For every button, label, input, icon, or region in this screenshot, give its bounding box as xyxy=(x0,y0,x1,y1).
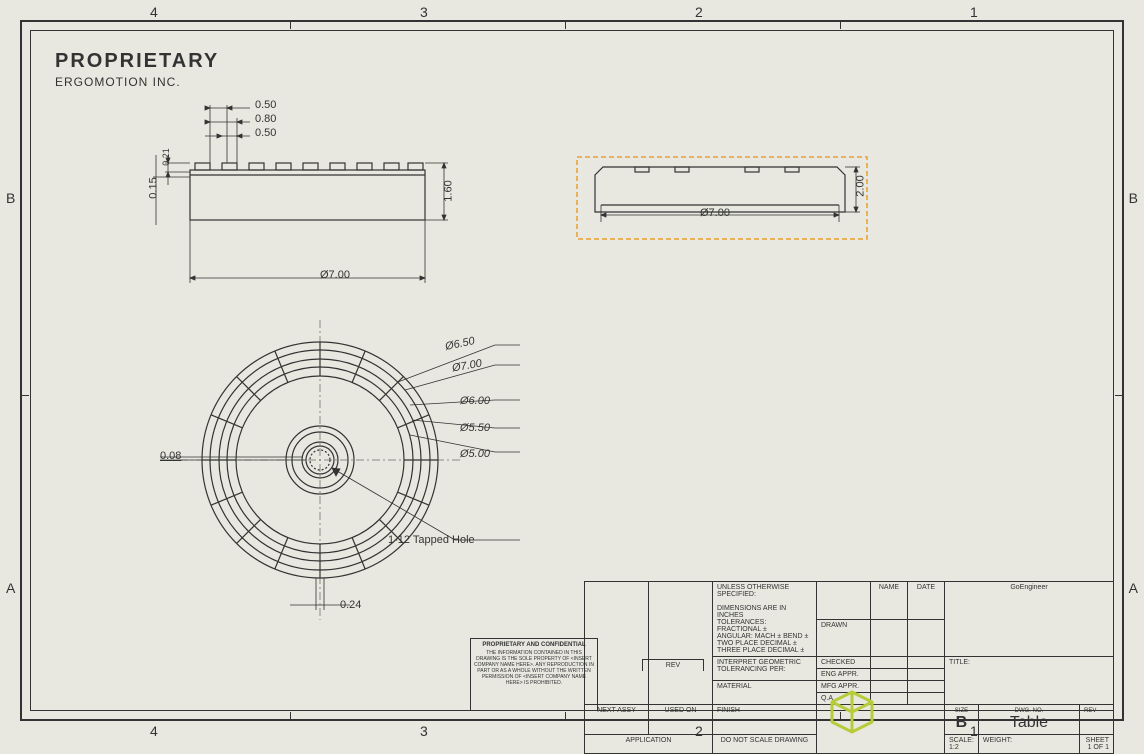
rev-header: REV xyxy=(642,659,704,671)
tb-checked: CHECKED xyxy=(817,657,871,669)
tb-title-lbl: TITLE: xyxy=(949,659,970,666)
tb-geom2: TOLERANCING PER: xyxy=(717,666,786,673)
tapped-hole-note: 1-12 Tapped Hole xyxy=(388,534,475,546)
proprietary-block: PROPRIETARY ERGOMOTION INC. xyxy=(55,50,219,89)
tb-size: B xyxy=(956,714,968,731)
dim-dia700a: Ø7.00 xyxy=(320,269,350,281)
dim-dia500: Ø5.00 xyxy=(460,448,490,460)
tick xyxy=(840,20,841,29)
zone-bot-4: 4 xyxy=(150,723,158,739)
zone-top-4: 4 xyxy=(150,4,158,20)
zone-top-1: 1 xyxy=(970,4,978,20)
dim-080: 0.80 xyxy=(255,113,276,125)
tb-used: USED ON xyxy=(649,705,713,735)
tick xyxy=(290,20,291,29)
dim-050a: 0.50 xyxy=(255,99,276,111)
tb-app: APPLICATION xyxy=(585,735,713,754)
tick xyxy=(1115,395,1124,396)
tb-weight: WEIGHT: xyxy=(978,735,1079,754)
zone-left-b: B xyxy=(6,190,15,206)
company-label: ERGOMOTION INC. xyxy=(55,75,219,89)
tb-two: TWO PLACE DECIMAL ± xyxy=(717,640,797,647)
logo-icon xyxy=(827,687,877,737)
zone-top-2: 2 xyxy=(695,4,703,20)
tick xyxy=(565,20,566,29)
tb-geom: INTERPRET GEOMETRIC xyxy=(717,659,801,666)
zone-left-a: A xyxy=(6,580,15,596)
dim-dia700b: Ø7.00 xyxy=(700,207,730,219)
tb-next: NEXT ASSY xyxy=(585,705,649,735)
tick xyxy=(290,712,291,721)
dim-200: 2.00 xyxy=(855,175,867,196)
tb-ang: ANGULAR: MACH ± BEND ± xyxy=(717,633,808,640)
tb-dns: DO NOT SCALE DRAWING xyxy=(713,735,817,754)
zone-right-a: A xyxy=(1129,580,1138,596)
side-view[interactable] xyxy=(575,155,875,245)
tb-tol: TOLERANCES: xyxy=(717,619,766,626)
tb-dwg: Table xyxy=(1010,714,1048,731)
dim-050b: 0.50 xyxy=(255,127,276,139)
tb-rev-lbl: REV xyxy=(1084,708,1096,714)
zone-bot-3: 3 xyxy=(420,723,428,739)
dim-dia600: Ø6.00 xyxy=(460,395,490,407)
front-view[interactable] xyxy=(150,95,470,295)
dim-015: 0.15 xyxy=(148,177,160,198)
conf-body: THE INFORMATION CONTAINED IN THIS DRAWIN… xyxy=(474,650,594,686)
tb-sheet: SHEET 1 OF 1 xyxy=(1080,735,1114,754)
tb-fin: FINISH xyxy=(713,705,817,735)
tb-eng: ENG APPR. xyxy=(817,669,871,681)
dim-008: 0.08 xyxy=(160,450,181,462)
tick xyxy=(565,712,566,721)
tb-company: GoEngineer xyxy=(945,582,1114,657)
dim-024: 0.24 xyxy=(340,599,361,611)
tb-dimin: DIMENSIONS ARE IN INCHES xyxy=(717,605,786,619)
tb-name-h: NAME xyxy=(871,582,908,620)
tb-scale: SCALE: 1:2 xyxy=(945,735,979,754)
zone-top-3: 3 xyxy=(420,4,428,20)
tick xyxy=(20,395,29,396)
tb-mat: MATERIAL xyxy=(713,681,817,705)
dim-160: 1.60 xyxy=(443,180,455,201)
tb-unless: UNLESS OTHERWISE SPECIFIED: xyxy=(717,584,789,598)
conf-header: PROPRIETARY AND CONFIDENTIAL xyxy=(474,642,594,648)
zone-right-b: B xyxy=(1129,190,1138,206)
tb-drawn: DRAWN xyxy=(817,619,871,657)
dim-021: 0.21 xyxy=(161,148,171,166)
confidential-block: PROPRIETARY AND CONFIDENTIAL THE INFORMA… xyxy=(470,638,598,711)
tb-frac: FRACTIONAL ± xyxy=(717,626,767,633)
proprietary-label: PROPRIETARY xyxy=(55,50,219,73)
dim-dia550: Ø5.50 xyxy=(460,422,490,434)
tb-three: THREE PLACE DECIMAL ± xyxy=(717,647,804,654)
title-block: UNLESS OTHERWISE SPECIFIED: DIMENSIONS A… xyxy=(584,581,1114,711)
tb-date-h: DATE xyxy=(908,582,945,620)
